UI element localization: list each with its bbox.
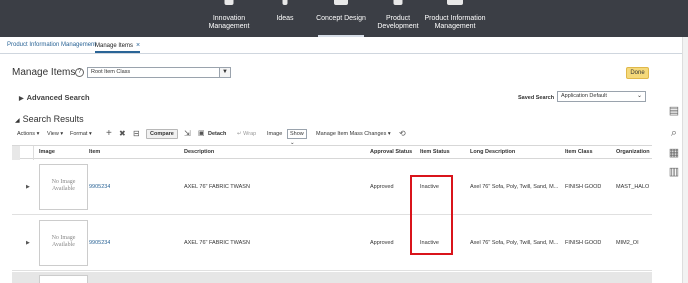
nav-label: Innovation Management bbox=[208, 15, 250, 30]
no-image-placeholder bbox=[39, 275, 88, 283]
compare-button[interactable]: Compare bbox=[146, 129, 178, 139]
ideas-icon bbox=[282, 0, 288, 5]
row-selector-header bbox=[12, 146, 20, 160]
search-icon[interactable]: ⌕ bbox=[668, 127, 680, 141]
detach-button[interactable]: Detach bbox=[208, 131, 226, 137]
detach-icon[interactable]: ▣ bbox=[198, 130, 205, 138]
column-header-image[interactable]: Image bbox=[39, 149, 55, 155]
table-row[interactable]: ▶ No Image Available 9905234 AXEL 76" FA… bbox=[12, 215, 652, 271]
chevron-down-icon[interactable]: ▼ bbox=[219, 68, 230, 77]
column-header-item-status[interactable]: Item Status bbox=[420, 149, 450, 155]
item-link[interactable]: 9905234 bbox=[89, 184, 110, 190]
innovation-icon bbox=[224, 0, 234, 5]
organization-cell: MIM2_OI bbox=[616, 240, 639, 246]
done-button[interactable]: Done bbox=[626, 67, 649, 79]
advanced-search-toggle[interactable]: ▶ Advanced Search bbox=[19, 93, 90, 102]
filter-icon[interactable]: ⊟ bbox=[133, 130, 140, 138]
view-menu[interactable]: View ▾ bbox=[47, 131, 63, 137]
tab-manage-items[interactable]: Manage Items × bbox=[95, 42, 141, 53]
long-description-cell: Axel 76" Sofa, Poly, Twill, Sand, M... bbox=[470, 184, 559, 190]
search-results-label: Search Results bbox=[22, 114, 84, 124]
nav-label: Concept Design bbox=[316, 15, 366, 22]
image-mode-value: Show bbox=[290, 131, 304, 137]
nav-concept-design[interactable]: Concept Design bbox=[316, 0, 366, 37]
nav-innovation-management[interactable]: Innovation Management bbox=[206, 0, 252, 37]
nav-label: Product Development bbox=[377, 15, 419, 30]
column-header-long-description[interactable]: Long Description bbox=[470, 149, 515, 155]
expand-row-icon[interactable]: ▶ bbox=[26, 240, 30, 246]
tab-strip: Product Information Management Manage It… bbox=[0, 41, 688, 54]
saved-search-value: Application Default bbox=[561, 93, 607, 99]
add-icon[interactable]: + bbox=[106, 129, 112, 139]
advanced-search-label: Advanced Search bbox=[26, 93, 90, 102]
table-row[interactable] bbox=[12, 272, 652, 283]
export-icon[interactable]: ⇲ bbox=[184, 130, 191, 138]
nav-label: Ideas bbox=[276, 15, 294, 22]
image-mode-select[interactable]: Show ⌄ bbox=[287, 129, 307, 146]
search-results-toggle[interactable]: ◢ Search Results bbox=[15, 114, 84, 124]
expand-row-icon[interactable]: ▶ bbox=[26, 184, 30, 190]
nav-ideas[interactable]: Ideas bbox=[270, 0, 300, 37]
page-scrollbar[interactable] bbox=[682, 37, 688, 283]
saved-search-select[interactable]: Application Default ⌄ bbox=[557, 91, 646, 102]
table-header: Image Item Description Approval Status I… bbox=[12, 145, 652, 160]
tab-label: Manage Items bbox=[95, 43, 134, 49]
no-image-placeholder: No Image Available bbox=[39, 220, 88, 266]
expand-triangle-icon: ▶ bbox=[19, 96, 24, 102]
pim-icon bbox=[447, 0, 463, 5]
nav-label: Product Information Management bbox=[424, 15, 486, 30]
column-header-organization[interactable]: Organization bbox=[616, 149, 650, 155]
wrap-button[interactable]: ↵ Wrap bbox=[237, 131, 256, 137]
column-header-item-class[interactable]: Item Class bbox=[565, 149, 593, 155]
column-header-item[interactable]: Item bbox=[89, 149, 100, 155]
mass-changes-menu[interactable]: Manage Item Mass Changes ▾ bbox=[316, 131, 391, 137]
saved-search-label: Saved Search bbox=[518, 95, 555, 101]
top-navigation-bar: Innovation Management Ideas Concept Desi… bbox=[0, 0, 688, 37]
clipboard-icon[interactable]: ▦ bbox=[668, 147, 680, 161]
collapse-triangle-icon: ◢ bbox=[15, 118, 20, 124]
item-status-highlight-box bbox=[410, 175, 453, 255]
chevron-down-icon[interactable]: ⌄ bbox=[634, 92, 645, 101]
nav-product-development[interactable]: Product Development bbox=[377, 0, 419, 37]
column-header-approval-status[interactable]: Approval Status bbox=[370, 149, 412, 155]
nav-product-information-management[interactable]: Product Information Management bbox=[424, 0, 486, 37]
delete-icon[interactable]: ✖ bbox=[119, 130, 126, 138]
document-icon[interactable]: ▤ bbox=[668, 105, 680, 119]
item-class-select[interactable]: Root Item Class ▼ bbox=[87, 67, 231, 78]
table-row[interactable]: ▶ No Image Available 9905234 AXEL 76" FA… bbox=[12, 159, 652, 215]
image-label: Image bbox=[267, 131, 283, 137]
item-class-cell: FINISH GOOD bbox=[565, 240, 602, 246]
expand-column-header bbox=[20, 146, 34, 160]
item-class-cell: FINISH GOOD bbox=[565, 184, 602, 190]
description-cell: AXEL 76" FABRIC TWASN bbox=[184, 240, 250, 246]
approval-status-cell: Approved bbox=[370, 184, 394, 190]
wrap-label: Wrap bbox=[243, 131, 257, 137]
no-image-placeholder: No Image Available bbox=[39, 164, 88, 210]
reports-icon[interactable]: ▥ bbox=[668, 166, 680, 180]
tab-product-information-management[interactable]: Product Information Management bbox=[7, 42, 96, 48]
product-development-icon bbox=[393, 0, 403, 5]
column-header-description[interactable]: Description bbox=[184, 149, 214, 155]
results-table: Image Item Description Approval Status I… bbox=[12, 145, 652, 283]
approval-status-cell: Approved bbox=[370, 240, 394, 246]
item-link[interactable]: 9905234 bbox=[89, 240, 110, 246]
format-menu[interactable]: Format ▾ bbox=[70, 131, 92, 137]
close-icon[interactable]: × bbox=[136, 42, 140, 49]
item-class-value: Root Item Class bbox=[91, 69, 131, 75]
description-cell: AXEL 76" FABRIC TWASN bbox=[184, 184, 250, 190]
long-description-cell: Axel 76" Sofa, Poly, Twill, Sand, M... bbox=[470, 240, 559, 246]
refresh-icon[interactable]: ⟲ bbox=[399, 130, 406, 138]
organization-cell: MAST_HALO bbox=[616, 184, 650, 190]
help-icon[interactable]: ? bbox=[75, 68, 84, 77]
page-title: Manage Items bbox=[12, 67, 76, 78]
actions-menu[interactable]: Actions ▾ bbox=[17, 131, 39, 137]
concept-design-icon bbox=[334, 0, 348, 5]
